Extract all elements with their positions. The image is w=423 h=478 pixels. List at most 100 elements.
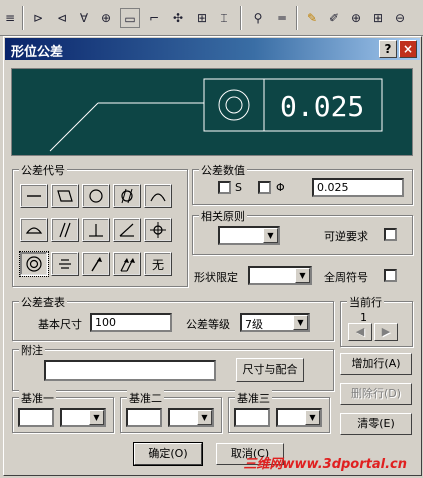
principle-select[interactable]: ▼ <box>218 226 280 245</box>
symbol-perpendicularity-button[interactable] <box>82 218 110 242</box>
datum-label: 基准二 <box>127 390 164 406</box>
phi-label: Φ <box>276 181 285 194</box>
dropdown-arrow-icon[interactable]: ▼ <box>295 268 310 283</box>
total-runout-icon <box>120 258 135 272</box>
symbol-circularity-button[interactable] <box>82 184 110 208</box>
host-toolbar: ≡ ⊳ ⊲ ∀ ⊕ ▭ ⌐ ✣ ⊞ ⌶ ⚲ ═ ✎ ✐ ⊕ ⊞ ⊖ <box>0 0 423 36</box>
datum-input[interactable] <box>126 408 162 427</box>
close-button[interactable]: × <box>399 40 417 58</box>
leader-line <box>49 102 99 152</box>
note-label: 附注 <box>19 342 45 358</box>
symbol-frame <box>203 78 265 132</box>
circular-runout-icon <box>91 257 102 272</box>
add-row-button[interactable]: 增加行(A) <box>340 353 412 375</box>
symbol-cylindricity-button[interactable] <box>113 184 141 208</box>
base-size-input[interactable]: 100 <box>90 313 172 332</box>
symbol-circular-runout-button[interactable] <box>82 252 110 276</box>
toolbar-icon-3[interactable]: ⊲ <box>52 8 72 28</box>
symbol-angularity-button[interactable] <box>113 218 141 242</box>
datum-input[interactable] <box>234 408 270 427</box>
parallelism-icon <box>59 222 71 238</box>
dropdown-arrow-icon[interactable]: ▼ <box>263 228 278 243</box>
symbol-flatness-button[interactable] <box>51 184 79 208</box>
shape-limit-label: 形状限定 <box>194 271 238 284</box>
title-bar[interactable]: 形位公差 ? × <box>5 38 420 60</box>
tolerance-value-input[interactable]: 0.025 <box>312 178 404 197</box>
symbol-group-label: 公差代号 <box>19 162 67 178</box>
next-row-button[interactable]: ▶ <box>374 323 398 341</box>
ok-button[interactable]: 确定(O) <box>133 442 203 466</box>
previous-row-button[interactable]: ◀ <box>348 323 372 341</box>
toolbar-pencil-icon[interactable]: ✎ <box>302 8 322 28</box>
symmetry-icon <box>59 259 71 269</box>
flatness-icon <box>57 190 73 202</box>
s-label: S <box>235 181 242 194</box>
toolbar-icon-11[interactable]: ⚲ <box>248 8 268 28</box>
toolbar-icon-7[interactable]: ⌐ <box>144 8 164 28</box>
profile-of-line-icon <box>150 193 166 202</box>
current-row-label: 当前行 <box>347 294 384 310</box>
toolbar-icon-4[interactable]: ∀ <box>74 8 94 28</box>
dropdown-arrow-icon[interactable]: ▼ <box>293 315 308 330</box>
symbol-profile-of-surface-button[interactable] <box>20 218 48 242</box>
toolbar-icon-1[interactable]: ≡ <box>0 8 20 28</box>
toolbar-zoom-out-icon[interactable]: ⊖ <box>390 8 410 28</box>
dropdown-arrow-icon[interactable]: ▼ <box>197 410 212 425</box>
straightness-icon <box>27 195 41 197</box>
dropdown-arrow-icon[interactable]: ▼ <box>89 410 104 425</box>
datum-modifier-select[interactable]: ▼ <box>276 408 322 427</box>
reversible-label: 可逆要求 <box>324 230 368 243</box>
dropdown-arrow-icon[interactable]: ▼ <box>305 410 320 425</box>
toolbar-icon-5[interactable]: ⊕ <box>96 8 116 28</box>
datum-modifier-select[interactable]: ▼ <box>168 408 214 427</box>
tolerance-value-label: 公差数值 <box>199 162 247 178</box>
concentricity-icon <box>26 256 42 272</box>
preview-value: 0.025 <box>280 90 364 123</box>
base-size-label: 基本尺寸 <box>38 318 82 331</box>
datum-input[interactable] <box>18 408 54 427</box>
datum-label: 基准三 <box>235 390 272 406</box>
phi-checkbox[interactable] <box>258 181 271 194</box>
toolbar-icon-10[interactable]: ⌶ <box>214 8 234 28</box>
symbol-concentricity-button[interactable] <box>19 251 49 277</box>
toolbar-zoom-window-icon[interactable]: ⊞ <box>368 8 388 28</box>
datum-label: 基准一 <box>19 390 56 406</box>
symbol-parallelism-button[interactable] <box>51 218 79 242</box>
tolerance-preview: 0.025 <box>11 68 413 156</box>
toolbar-icon-8[interactable]: ✣ <box>168 8 188 28</box>
toolbar-form-tolerance-icon[interactable]: ▭ <box>120 8 140 28</box>
symbol-position-button[interactable] <box>144 218 172 242</box>
toolbar-icon-12[interactable]: ═ <box>272 8 292 28</box>
toolbar-icon-14[interactable]: ✐ <box>324 8 344 28</box>
principle-label: 相关原则 <box>199 208 247 224</box>
grade-select-value: 7级 <box>245 318 263 331</box>
shape-limit-select[interactable]: ▼ <box>248 266 312 285</box>
position-icon <box>150 222 166 238</box>
s-checkbox[interactable] <box>218 181 231 194</box>
dialog-title: 形位公差 <box>11 45 64 60</box>
reversible-checkbox[interactable] <box>384 228 397 241</box>
symbol-total-runout-button[interactable] <box>113 252 141 276</box>
symbol-none-button[interactable]: 无 <box>144 252 172 276</box>
watermark: 三维网www.3dportal.cn <box>243 457 407 472</box>
help-button[interactable]: ? <box>379 40 397 58</box>
symbol-none-label: 无 <box>151 257 164 272</box>
clear-button[interactable]: 清零(E) <box>340 413 412 435</box>
note-input[interactable] <box>44 360 216 381</box>
grade-label: 公差等级 <box>186 318 230 331</box>
cylindricity-icon <box>121 188 133 204</box>
toolbar-zoom-icon[interactable]: ⊕ <box>346 8 366 28</box>
delete-row-button[interactable]: 删除行(D) <box>340 383 412 405</box>
toolbar-separator <box>240 6 242 30</box>
toolbar-icon-2[interactable]: ⊳ <box>28 8 48 28</box>
concentricity-outer <box>218 89 250 121</box>
toolbar-icon-9[interactable]: ⊞ <box>192 8 212 28</box>
symbol-profile-of-line-button[interactable] <box>144 184 172 208</box>
all-around-checkbox[interactable] <box>384 269 397 282</box>
circularity-icon <box>89 189 103 203</box>
symbol-straightness-button[interactable] <box>20 184 48 208</box>
grade-select[interactable]: 7级 ▼ <box>240 313 310 332</box>
size-fit-button[interactable]: 尺寸与配合 <box>236 358 304 382</box>
datum-modifier-select[interactable]: ▼ <box>60 408 106 427</box>
symbol-symmetry-button[interactable] <box>51 252 79 276</box>
